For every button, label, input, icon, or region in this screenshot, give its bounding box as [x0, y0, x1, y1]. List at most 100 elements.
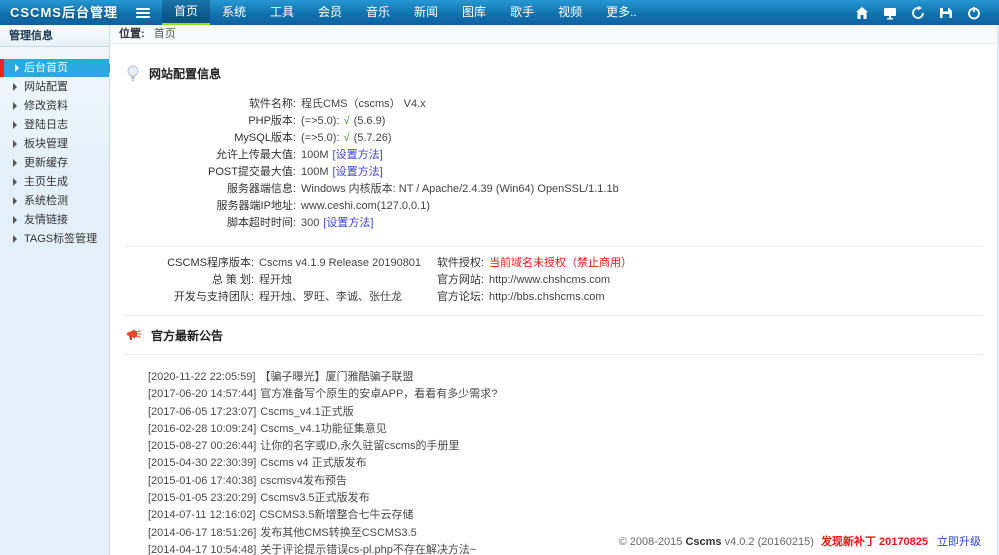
announcement-link[interactable]: cscmsv4发布预告: [260, 475, 347, 487]
sidebar-item-module-manage[interactable]: 板块管理: [0, 135, 109, 153]
nav-item-more[interactable]: 更多..: [594, 0, 649, 25]
patch-notice: 发现新补丁 20170825: [821, 536, 928, 548]
footer: © 2008-2015 Cscms v4.0.2 (20160215) 发现新补…: [619, 533, 981, 549]
config-row-mysql-version: MySQL版本:(=>5.0):√(5.7.26): [124, 130, 983, 147]
check-icon: √: [344, 115, 350, 127]
config-rows: 软件名称:程氏CMS（cscms） V4.x PHP版本:(=>5.0):√(5…: [124, 96, 983, 232]
announcements-section-header: 官方最新公告: [126, 324, 983, 346]
nav-item-singers[interactable]: 歌手: [498, 0, 546, 25]
caret-right-icon: [13, 216, 17, 224]
config-row-php-version: PHP版本:(=>5.0):√(5.6.9): [124, 113, 983, 130]
sidebar-item-tags-manage[interactable]: TAGS标签管理: [0, 230, 109, 248]
caret-right-icon: [15, 64, 19, 72]
upgrade-link[interactable]: 立即升级: [937, 536, 981, 548]
credit-dev-team: 开发与支持团队:程开烛、罗旺、李诚、张仕龙: [124, 289, 424, 306]
caret-right-icon: [13, 178, 17, 186]
announcement-item: [2015-01-05 23:20:29]Cscmsv3.5正式版发布: [148, 490, 983, 507]
save-icon[interactable]: [939, 6, 953, 20]
announcement-link[interactable]: Cscms v4 正式版发布: [260, 457, 366, 469]
monitor-icon[interactable]: [883, 6, 897, 20]
app-title: CSCMS后台管理: [0, 0, 130, 25]
config-row-server-ip: 服务器端IP地址:www.ceshi.com(127.0.0.1): [124, 198, 983, 215]
config-row-upload-max: 允许上传最大值:100M[设置方法]: [124, 147, 983, 164]
caret-right-icon: [13, 121, 17, 129]
caret-right-icon: [13, 197, 17, 205]
caret-right-icon: [13, 83, 17, 91]
setup-method-link[interactable]: [设置方法]: [323, 217, 373, 229]
divider: [124, 354, 983, 355]
sidebar-header: 管理信息: [0, 25, 109, 47]
sidebar: 管理信息 后台首页 网站配置 修改资料 登陆日志 板块管理 更新缓存 主页生成 …: [0, 25, 110, 555]
license-warning: 当前域名未授权（禁止商用）: [489, 257, 632, 269]
sidebar-item-site-config[interactable]: 网站配置: [0, 78, 109, 96]
copyright-text: © 2008-2015: [619, 536, 683, 548]
announcement-link[interactable]: CSCMS3.5新增整合七牛云存储: [259, 509, 413, 521]
announcement-link[interactable]: Cscms_v4.1正式版: [260, 406, 354, 418]
caret-right-icon: [13, 159, 17, 167]
sidebar-item-login-log[interactable]: 登陆日志: [0, 116, 109, 134]
breadcrumb-label: 位置:: [119, 28, 145, 40]
main-content: 位置: 首页 网站配置信息 软件名称:程氏CMS（cscms） V4.x PHP…: [110, 25, 997, 555]
caret-right-icon: [13, 235, 17, 243]
config-row-script-timeout: 脚本超时时间:300[设置方法]: [124, 215, 983, 232]
nav-item-home[interactable]: 首页: [162, 0, 210, 25]
config-row-server-info: 服务器端信息:Windows 内核版本: NT / Apache/2.4.39 …: [124, 181, 983, 198]
caret-right-icon: [13, 102, 17, 110]
nav-item-system[interactable]: 系统: [210, 0, 258, 25]
power-icon[interactable]: [967, 6, 981, 20]
nav-item-news[interactable]: 新闻: [402, 0, 450, 25]
announcement-link[interactable]: Cscms_v4.1功能征集意见: [260, 423, 387, 435]
sidebar-item-edit-profile[interactable]: 修改资料: [0, 97, 109, 115]
credit-official-site: 官方网站:http://www.chshcms.com: [424, 272, 632, 289]
announcement-item: [2020-11-22 22:05:59]【骗子曝光】厦门雅酷骗子联盟: [148, 369, 983, 386]
nav-item-members[interactable]: 会员: [306, 0, 354, 25]
announcement-link[interactable]: 官方准备写个原生的安卓APP，看看有多少需求?: [260, 388, 497, 400]
announcement-item: [2017-06-05 17:23:07]Cscms_v4.1正式版: [148, 404, 983, 421]
sidebar-item-homepage-generate[interactable]: 主页生成: [0, 173, 109, 191]
refresh-icon[interactable]: [911, 6, 925, 20]
home-icon[interactable]: [855, 6, 869, 20]
sidebar-item-refresh-cache[interactable]: 更新缓存: [0, 154, 109, 172]
announcement-link[interactable]: 【骗子曝光】厦门雅酷骗子联盟: [259, 371, 413, 383]
nav-item-tools[interactable]: 工具: [258, 0, 306, 25]
config-row-post-max: POST提交最大值:100M[设置方法]: [124, 164, 983, 181]
footer-app-name: Cscms: [685, 536, 721, 548]
credit-license: 软件授权:当前域名未授权（禁止商用）: [424, 255, 632, 272]
official-site-url: http://www.chshcms.com: [489, 274, 610, 286]
menu-toggle-icon[interactable]: [130, 0, 156, 25]
breadcrumb: 位置: 首页: [110, 25, 997, 44]
caret-right-icon: [13, 140, 17, 148]
check-icon: √: [344, 132, 350, 144]
credits-block: CSCMS程序版本:Cscms v4.1.9 Release 20190801 …: [124, 246, 983, 316]
topbar-quick-icons: [855, 0, 999, 25]
credit-official-forum: 官方论坛:http://bbs.chshcms.com: [424, 289, 632, 306]
announcement-item: [2015-01-06 17:40:38]cscmsv4发布预告: [148, 473, 983, 490]
nav-item-video[interactable]: 视频: [546, 0, 594, 25]
announcement-link[interactable]: 关于评论提示错误cs-pl.php不存在解决方法~: [260, 544, 476, 555]
announcement-list: [2020-11-22 22:05:59]【骗子曝光】厦门雅酷骗子联盟 [201…: [148, 369, 983, 555]
setup-method-link[interactable]: [设置方法]: [333, 166, 383, 178]
top-nav: 首页 系统 工具 会员 音乐 新闻 图库 歌手 视频 更多..: [162, 0, 649, 25]
topbar: CSCMS后台管理 首页 系统 工具 会员 音乐 新闻 图库 歌手 视频 更多.…: [0, 0, 999, 25]
official-forum-url: http://bbs.chshcms.com: [489, 291, 605, 303]
breadcrumb-home-link[interactable]: 首页: [154, 28, 176, 40]
config-row-software-name: 软件名称:程氏CMS（cscms） V4.x: [124, 96, 983, 113]
sidebar-item-system-check[interactable]: 系统检测: [0, 192, 109, 210]
announcement-item: [2014-07-11 12:16:02]CSCMS3.5新增整合七牛云存储: [148, 507, 983, 524]
config-section-title: 网站配置信息: [149, 65, 221, 82]
sidebar-item-friend-links[interactable]: 友情链接: [0, 211, 109, 229]
lightbulb-icon: [126, 65, 140, 82]
config-section-header: 网站配置信息: [126, 62, 983, 84]
credit-program-version: CSCMS程序版本:Cscms v4.1.9 Release 20190801: [124, 255, 424, 272]
announcement-item: [2015-04-30 22:30:39]Cscms v4 正式版发布: [148, 455, 983, 472]
nav-item-gallery[interactable]: 图库: [450, 0, 498, 25]
announcement-link[interactable]: Cscmsv3.5正式版发布: [260, 492, 369, 504]
sidebar-item-dashboard[interactable]: 后台首页: [0, 59, 109, 77]
megaphone-icon: [126, 328, 142, 342]
announcement-link[interactable]: 让你的名字或ID,永久驻留cscms的手册里: [260, 440, 459, 452]
nav-item-music[interactable]: 音乐: [354, 0, 402, 25]
setup-method-link[interactable]: [设置方法]: [333, 149, 383, 161]
announcement-link[interactable]: 发布其他CMS转换至CSCMS3.5: [260, 527, 416, 539]
footer-version: v4.0.2 (20160215): [725, 536, 814, 548]
credit-chief-planner: 总 策 划:程开烛: [124, 272, 424, 289]
